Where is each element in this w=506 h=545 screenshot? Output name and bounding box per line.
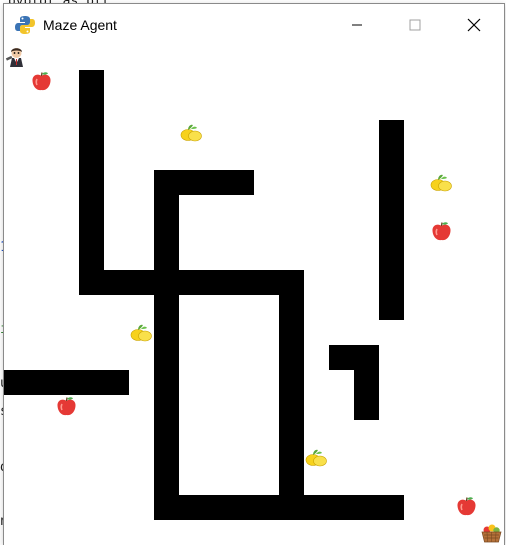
maze-wall-cell bbox=[129, 270, 154, 295]
game-window[interactable]: Maze Agent bbox=[4, 4, 504, 545]
maze-wall-cell bbox=[29, 370, 54, 395]
minimize-icon bbox=[352, 24, 362, 25]
maze-wall-cell bbox=[154, 270, 179, 295]
maze-wall-cell bbox=[229, 170, 254, 195]
maze-wall-cell bbox=[379, 295, 404, 320]
maze-wall-cell bbox=[154, 395, 179, 420]
maze-wall-cell bbox=[354, 495, 379, 520]
maze-wall-cell bbox=[154, 470, 179, 495]
maze-wall-cell bbox=[79, 145, 104, 170]
maze-wall-cell bbox=[279, 495, 304, 520]
maze-wall-cell bbox=[279, 395, 304, 420]
maze-wall-cell bbox=[179, 270, 204, 295]
maximize-icon bbox=[409, 19, 421, 30]
lemon-icon bbox=[304, 445, 329, 470]
maze-wall-cell bbox=[354, 370, 379, 395]
maze-wall-cell bbox=[79, 270, 104, 295]
maze-wall-cell bbox=[204, 170, 229, 195]
maze-wall-cell bbox=[154, 495, 179, 520]
maximize-button[interactable] bbox=[392, 4, 438, 45]
maze-wall-cell bbox=[154, 245, 179, 270]
maze-wall-cell bbox=[154, 295, 179, 320]
maze-wall-cell bbox=[79, 195, 104, 220]
maze-wall-cell bbox=[379, 195, 404, 220]
maze-wall-cell bbox=[329, 345, 354, 370]
maze-wall-cell bbox=[4, 370, 29, 395]
window-title: Maze Agent bbox=[43, 16, 117, 33]
maze-wall-cell bbox=[54, 370, 79, 395]
maze-wall-cell bbox=[204, 495, 229, 520]
apple-icon bbox=[454, 495, 479, 520]
maze-wall-cell bbox=[79, 245, 104, 270]
lemon-icon bbox=[179, 120, 204, 145]
maze-wall-cell bbox=[154, 170, 179, 195]
maze-wall-cell bbox=[379, 270, 404, 295]
maze-wall-cell bbox=[254, 270, 279, 295]
maze-wall-cell bbox=[279, 345, 304, 370]
maze-wall-cell bbox=[154, 370, 179, 395]
maze-wall-cell bbox=[79, 220, 104, 245]
maze-wall-cell bbox=[379, 120, 404, 145]
maze-wall-cell bbox=[154, 420, 179, 445]
lemon-icon bbox=[129, 320, 154, 345]
maze-wall-cell bbox=[154, 445, 179, 470]
maze-wall-cell bbox=[379, 245, 404, 270]
maze-wall-cell bbox=[379, 145, 404, 170]
maze-wall-cell bbox=[154, 220, 179, 245]
maze-wall-cell bbox=[329, 495, 354, 520]
maze-wall-cell bbox=[304, 495, 329, 520]
maze-wall-cell bbox=[379, 220, 404, 245]
maze-wall-cell bbox=[279, 420, 304, 445]
maze-wall-cell bbox=[154, 320, 179, 345]
minimize-button[interactable] bbox=[334, 4, 380, 45]
maze-wall-cell bbox=[104, 370, 129, 395]
maze-wall-cell bbox=[279, 270, 304, 295]
close-button[interactable] bbox=[451, 4, 497, 45]
maze-wall-cell bbox=[79, 95, 104, 120]
maze-wall-cell bbox=[279, 370, 304, 395]
title-bar[interactable]: Maze Agent bbox=[4, 4, 504, 45]
maze-wall-cell bbox=[179, 495, 204, 520]
maze-wall-cell bbox=[279, 470, 304, 495]
maze-wall-cell bbox=[79, 370, 104, 395]
close-icon bbox=[467, 18, 481, 31]
maze-wall-cell bbox=[354, 345, 379, 370]
apple-icon bbox=[54, 395, 79, 420]
apple-icon bbox=[429, 220, 454, 245]
maze-wall-cell bbox=[379, 495, 404, 520]
maze-wall-cell bbox=[79, 170, 104, 195]
maze-board[interactable] bbox=[4, 45, 504, 545]
maze-wall-cell bbox=[79, 70, 104, 95]
maze-wall-cell bbox=[279, 445, 304, 470]
maze-wall-cell bbox=[104, 270, 129, 295]
fruit-basket-icon bbox=[479, 520, 504, 545]
maze-wall-cell bbox=[179, 170, 204, 195]
maze-wall-cell bbox=[279, 320, 304, 345]
maze-wall-cell bbox=[379, 170, 404, 195]
agent-character-icon bbox=[4, 45, 29, 70]
maze-wall-cell bbox=[154, 345, 179, 370]
maze-wall-cell bbox=[229, 270, 254, 295]
maze-wall-cell bbox=[354, 395, 379, 420]
maze-wall-cell bbox=[79, 120, 104, 145]
maze-wall-cell bbox=[254, 495, 279, 520]
maze-wall-cell bbox=[229, 495, 254, 520]
maze-wall-cell bbox=[154, 195, 179, 220]
maze-wall-cell bbox=[204, 270, 229, 295]
python-icon bbox=[14, 14, 36, 36]
apple-icon bbox=[29, 70, 54, 95]
lemon-icon bbox=[429, 170, 454, 195]
maze-wall-cell bbox=[279, 295, 304, 320]
